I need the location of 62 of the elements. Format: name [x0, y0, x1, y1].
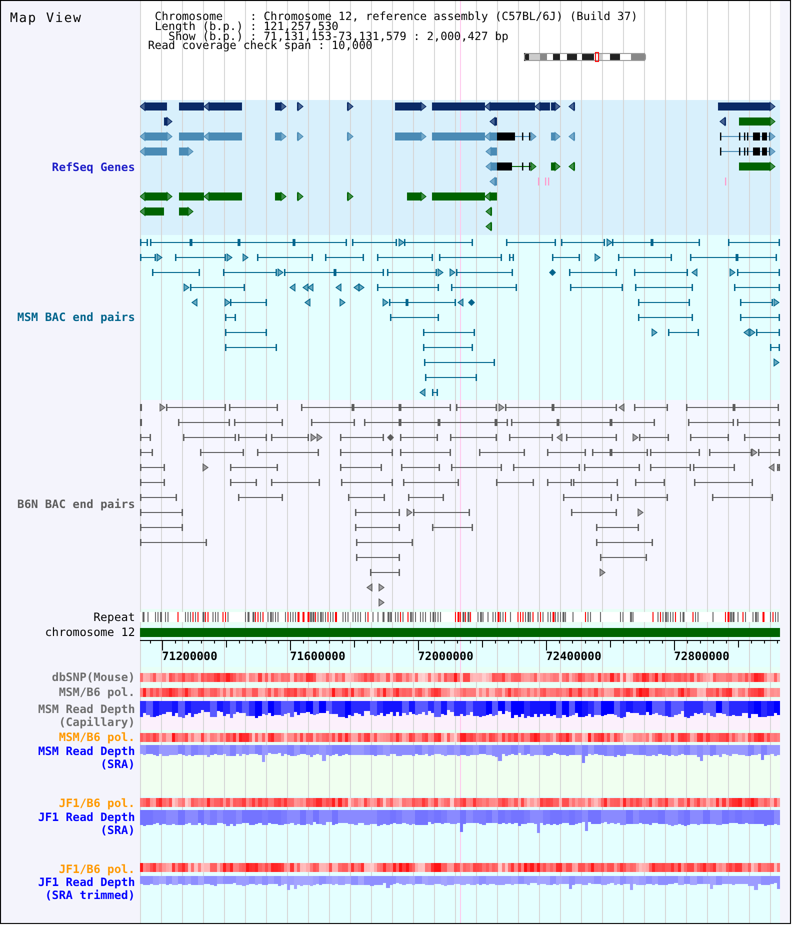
- gene-feature: [297, 102, 304, 112]
- gene-feature: [140, 102, 167, 112]
- gene-feature: [140, 192, 173, 202]
- gene-feature: [179, 206, 194, 216]
- axis-tick-label: 71200000: [162, 649, 218, 663]
- info-text: Length (b.p.) : 121,257,530: [154, 22, 338, 32]
- gene-feature: [395, 132, 427, 142]
- axis-tick-label: 72000000: [418, 649, 474, 663]
- gene-feature: [568, 132, 575, 142]
- position-marker: [595, 52, 599, 62]
- gene-feature: [179, 146, 194, 156]
- track-label: MSM Read Depth (SRA): [37, 744, 135, 770]
- gene-feature: [275, 192, 287, 202]
- gene-feature: [164, 116, 173, 126]
- gene-feature: [485, 206, 492, 216]
- gene-feature: [720, 146, 776, 156]
- gene-feature: [140, 206, 164, 216]
- gene-feature: [718, 102, 776, 112]
- info-text: Chromosome : Chromosome 12, reference assembly (C57BL/6J) (Build 37): [154, 12, 638, 22]
- gene-feature: [720, 132, 776, 142]
- track-label: JF1/B6 pol.: [58, 796, 135, 810]
- gene-feature: [489, 176, 497, 186]
- info-text: Show (b.p.) : 71,131,153-73,131,579 : 2,000,427 bp: [168, 32, 508, 42]
- gene-feature: [551, 132, 561, 142]
- gene-feature: [739, 116, 776, 126]
- track-label: MSM/B6 pol.: [58, 731, 135, 744]
- gene-feature: [551, 162, 561, 172]
- track-label: JF1/B6 pol.: [58, 862, 135, 876]
- gene-feature: [140, 146, 167, 156]
- gene-feature: [275, 132, 287, 142]
- track-label: RefSeq Genes: [52, 161, 135, 174]
- gene-feature: [297, 132, 304, 142]
- gene-feature: [140, 132, 173, 142]
- info-text: Read coverage check span : 10,000: [148, 41, 372, 52]
- gene-feature: [568, 102, 575, 112]
- gene-feature: [275, 102, 287, 112]
- gene-feature: [347, 192, 354, 202]
- track-label: JF1 Read Depth (SRA trimmed): [37, 876, 135, 902]
- gene-feature: [485, 146, 497, 156]
- axis-tick-label: 71600000: [290, 649, 346, 663]
- track-label: Repeat: [93, 610, 135, 624]
- gene-feature: [489, 116, 497, 126]
- track-label: JF1 Read Depth (SRA): [37, 810, 135, 836]
- track-label: B6N BAC end pairs: [17, 498, 135, 511]
- gene-feature: [297, 192, 304, 202]
- gene-feature: [485, 222, 492, 232]
- axis-tick-label: 72800000: [674, 649, 730, 663]
- gene-feature: [407, 192, 427, 202]
- track-label: chromosome 12: [44, 626, 135, 638]
- gene-feature: [568, 162, 575, 172]
- axis-tick-label: 72400000: [546, 649, 602, 663]
- gene-feature: [347, 132, 354, 142]
- gene-feature: [739, 162, 776, 172]
- track-label: MSM BAC end pairs: [17, 311, 135, 324]
- view-title: Map View: [10, 11, 82, 26]
- gene-feature: [719, 116, 726, 126]
- track-label: MSM Read Depth (Capillary): [37, 702, 135, 728]
- track-label: dbSNP(Mouse): [52, 671, 135, 684]
- track-label: MSM/B6 pol.: [58, 686, 135, 699]
- gene-feature: [395, 102, 427, 112]
- feature-mark: [725, 178, 726, 186]
- gene-feature: [347, 102, 354, 112]
